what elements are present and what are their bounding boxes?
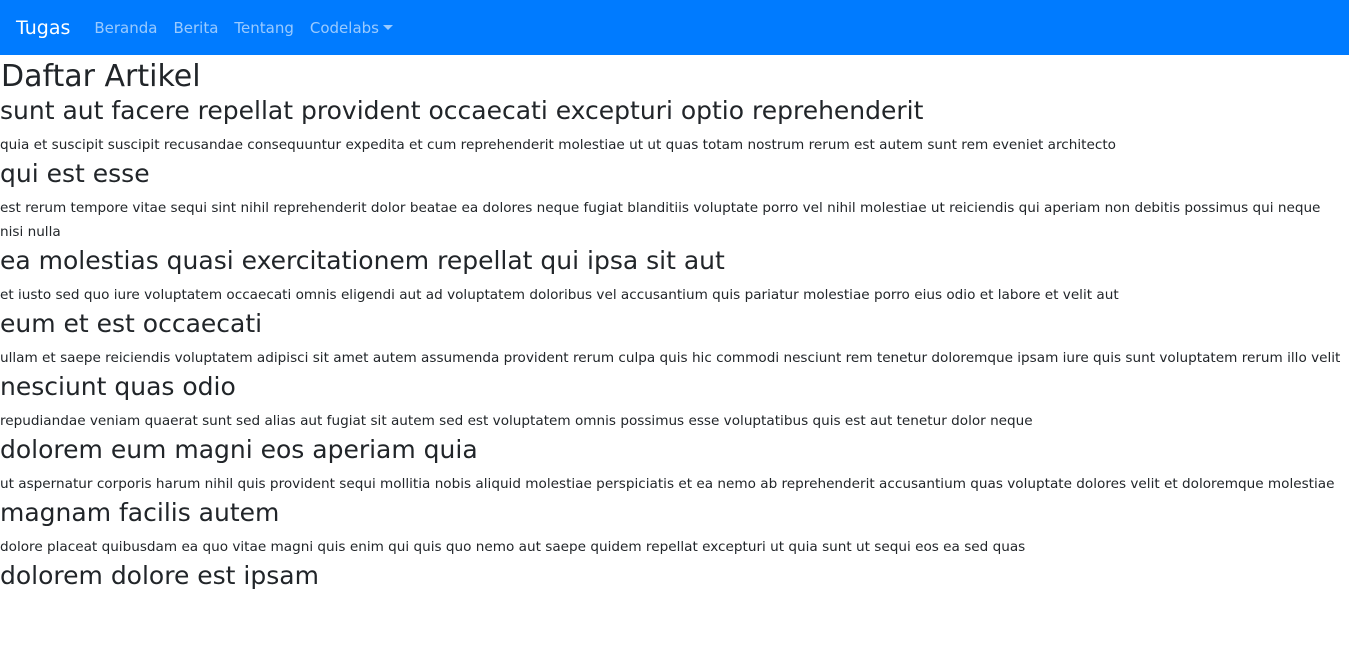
article-title: sunt aut facere repellat provident occae… bbox=[0, 96, 924, 125]
article-body: repudiandae veniam quaerat sunt sed alia… bbox=[0, 413, 1033, 429]
article-item: eum et est occaecati ullam et saepe reic… bbox=[0, 307, 1349, 370]
article-body: est rerum tempore vitae sequi sint nihil… bbox=[0, 200, 1321, 240]
article-title: dolorem eum magni eos aperiam quia bbox=[0, 435, 478, 464]
article-title: nesciunt quas odio bbox=[0, 372, 236, 401]
navbar-brand[interactable]: Tugas bbox=[16, 17, 70, 39]
nav-links: Beranda Berita Tentang Codelabs bbox=[94, 19, 409, 37]
article-item: magnam facilis autem dolore placeat quib… bbox=[0, 496, 1349, 559]
nav-link-berita[interactable]: Berita bbox=[173, 19, 218, 37]
nav-dropdown-codelabs[interactable]: Codelabs bbox=[310, 19, 393, 37]
article-body: ullam et saepe reiciendis voluptatem adi… bbox=[0, 350, 1341, 366]
article-item: ea molestias quasi exercitationem repell… bbox=[0, 244, 1349, 307]
navbar: Tugas Beranda Berita Tentang Codelabs bbox=[0, 0, 1349, 55]
article-title: dolorem dolore est ipsam bbox=[0, 561, 319, 590]
article-title: magnam facilis autem bbox=[0, 498, 280, 527]
article-body: et iusto sed quo iure voluptatem occaeca… bbox=[0, 287, 1119, 303]
caret-down-icon bbox=[382, 25, 393, 30]
article-title: eum et est occaecati bbox=[0, 309, 263, 338]
article-item: sunt aut facere repellat provident occae… bbox=[0, 94, 1349, 157]
article-body: dolore placeat quibusdam ea quo vitae ma… bbox=[0, 539, 1026, 555]
article-title: ea molestias quasi exercitationem repell… bbox=[0, 246, 725, 275]
article-body: ut aspernatur corporis harum nihil quis … bbox=[0, 476, 1335, 492]
article-body: quia et suscipit suscipit recusandae con… bbox=[0, 137, 1116, 153]
nav-link-beranda[interactable]: Beranda bbox=[94, 19, 157, 37]
main-content: Daftar Artikel sunt aut facere repellat … bbox=[0, 60, 1349, 592]
article-title: qui est esse bbox=[0, 159, 150, 188]
article-item: nesciunt quas odio repudiandae veniam qu… bbox=[0, 370, 1349, 433]
article-item: dolorem dolore est ipsam bbox=[0, 559, 1349, 592]
article-item: qui est esse est rerum tempore vitae seq… bbox=[0, 157, 1349, 244]
nav-link-tentang[interactable]: Tentang bbox=[234, 19, 293, 37]
article-item: dolorem eum magni eos aperiam quia ut as… bbox=[0, 433, 1349, 496]
nav-link-codelabs-label: Codelabs bbox=[309, 18, 379, 37]
page-title: Daftar Artikel bbox=[1, 59, 201, 94]
